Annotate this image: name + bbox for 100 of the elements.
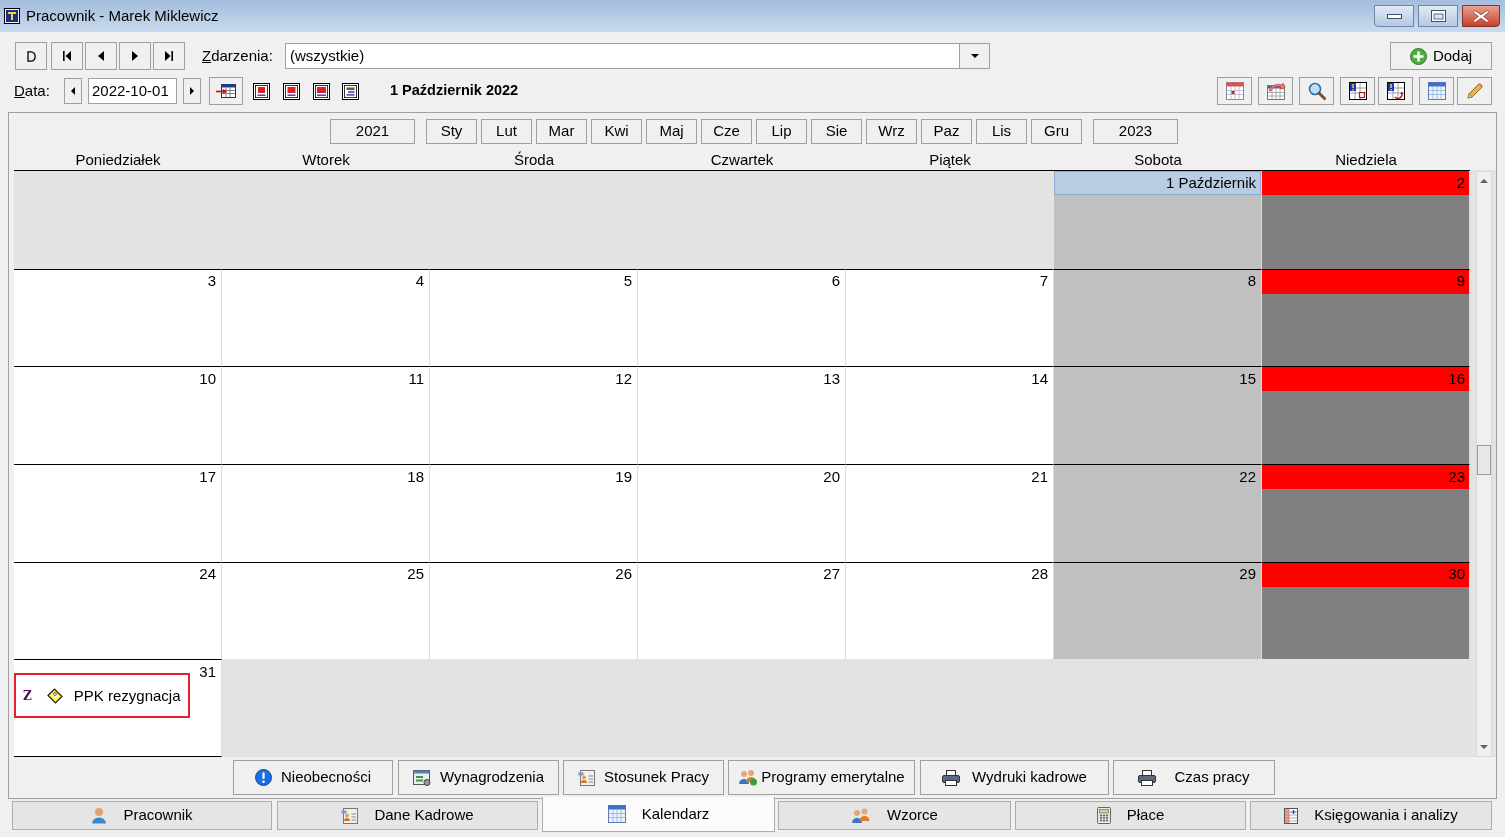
record-button[interactable] — [15, 42, 47, 70]
tab[interactable]: Płace — [1015, 801, 1246, 830]
next-date-button[interactable] — [183, 78, 201, 104]
close-icon — [1473, 9, 1489, 23]
event-marker: Z — [23, 687, 32, 705]
day-cell[interactable]: 10 — [14, 366, 222, 464]
month-button[interactable]: Maj — [646, 119, 697, 144]
month-button[interactable]: Sty — [426, 119, 477, 144]
day-cell[interactable]: 23 — [1262, 464, 1470, 562]
day-cell[interactable]: 25 — [222, 561, 430, 660]
month-button[interactable]: Lis — [976, 119, 1027, 144]
scrollbar[interactable] — [1476, 171, 1492, 757]
calendar-arrow-button[interactable] — [1258, 77, 1293, 105]
day-cell[interactable]: 27 — [638, 561, 846, 660]
month-button[interactable]: Cze — [701, 119, 752, 144]
day-cell[interactable]: 22 — [1054, 464, 1262, 562]
day-cell[interactable]: 31 Z PPK rezygnacja — [14, 659, 222, 757]
month-button[interactable]: Paz — [921, 119, 972, 144]
people-icon — [851, 807, 872, 824]
day-cell[interactable]: 18 — [222, 464, 430, 562]
day-cell[interactable]: 19 — [430, 464, 638, 562]
date-field[interactable]: 2022-10-01 — [88, 78, 177, 104]
month-button[interactable]: Lip — [756, 119, 807, 144]
calendar-page-icon[interactable] — [283, 82, 300, 100]
section-button[interactable]: Wynagrodzenia — [398, 760, 559, 795]
day-cell[interactable]: 9 — [1262, 268, 1470, 367]
section-button[interactable]: Nieobecności — [233, 760, 393, 795]
calendar-icon — [1225, 82, 1244, 100]
weekday-header: Poniedziałek — [75, 149, 161, 170]
day-cell[interactable]: 3 — [14, 268, 222, 367]
day-number: 12 — [615, 369, 632, 390]
caret-left-icon — [98, 51, 104, 61]
day-number: 11 — [408, 369, 424, 390]
tab[interactable]: Dane Kadrowe — [277, 801, 538, 830]
section-button[interactable]: Programy emerytalne — [728, 760, 915, 795]
caret-right-icon — [190, 87, 194, 95]
month-button[interactable]: Sie — [811, 119, 862, 144]
day-cell[interactable]: 15 — [1054, 366, 1262, 464]
last-record-button[interactable] — [153, 42, 185, 70]
day-cell[interactable]: 26 — [430, 561, 638, 660]
calendar-button[interactable] — [209, 77, 243, 105]
document-icon[interactable] — [342, 82, 359, 100]
day-cell[interactable]: 13 — [638, 366, 846, 464]
day-cell[interactable]: 7 — [846, 268, 1054, 367]
weekday-header: Czwartek — [710, 149, 774, 170]
day-cell[interactable]: 12 — [430, 366, 638, 464]
day-number: 2 — [1456, 172, 1465, 193]
day-number: 13 — [823, 369, 840, 390]
calendar-page-icon[interactable] — [253, 82, 270, 100]
day-cell[interactable]: 4 — [222, 268, 430, 367]
close-button[interactable] — [1462, 5, 1500, 27]
first-record-button[interactable] — [51, 42, 83, 70]
events-label: Zdarzenia: — [202, 45, 274, 66]
day-cell[interactable]: 28 — [846, 561, 1054, 660]
day-cell[interactable]: 8 — [1054, 268, 1262, 367]
previous-date-button[interactable] — [64, 78, 82, 104]
day-cell[interactable]: 20 — [638, 464, 846, 562]
next-year-button[interactable]: 2023 — [1093, 119, 1178, 144]
month-button[interactable]: Gru — [1031, 119, 1082, 144]
day-cell[interactable]: 30 — [1262, 561, 1470, 660]
month-button[interactable]: Wrz — [866, 119, 917, 144]
day-cell[interactable]: 2 — [1262, 171, 1470, 269]
day-cell[interactable]: 11 — [222, 366, 430, 464]
day-cell[interactable]: 17 — [14, 464, 222, 562]
day-cell[interactable]: 5 — [430, 268, 638, 367]
maximize-button[interactable] — [1418, 5, 1458, 27]
day-cell[interactable]: 14 — [846, 366, 1054, 464]
calendar-event[interactable]: Z PPK rezygnacja — [14, 673, 190, 719]
info-icon — [254, 769, 272, 786]
month-button[interactable]: Mar — [536, 119, 587, 144]
tab[interactable]: Wzorce — [778, 801, 1011, 830]
tab[interactable]: Pracownik — [12, 801, 272, 830]
scrollbar-thumb[interactable] — [1477, 445, 1491, 475]
section-button[interactable]: Stosunek Pracy — [563, 760, 724, 795]
add-button[interactable]: Dodaj — [1390, 42, 1492, 70]
search-button[interactable] — [1299, 77, 1334, 105]
edit-button[interactable] — [1457, 77, 1492, 105]
month-button[interactable]: Kwi — [591, 119, 642, 144]
next-record-button[interactable] — [119, 42, 151, 70]
previous-year-button[interactable]: 2021 — [330, 119, 415, 144]
section-button[interactable]: Czas pracy — [1113, 760, 1275, 795]
day-cell[interactable]: 24 — [14, 561, 222, 660]
events-dropdown[interactable]: (wszystkie) — [285, 43, 990, 69]
day-cell[interactable]: 29 — [1054, 561, 1262, 660]
section-button[interactable]: Wydruki kadrowe — [920, 760, 1109, 795]
day-cell[interactable]: 1 Październik — [1054, 171, 1262, 269]
grid-alert-button[interactable] — [1340, 77, 1375, 105]
day-cell[interactable]: 16 — [1262, 366, 1470, 464]
date-heading: 1 Październik 2022 — [390, 81, 519, 101]
previous-record-button[interactable] — [85, 42, 117, 70]
id-card-icon — [341, 807, 359, 824]
tab[interactable]: Kalendarz — [542, 797, 775, 832]
grid-arrows-button[interactable] — [1378, 77, 1413, 105]
month-button[interactable]: Lut — [481, 119, 532, 144]
tab[interactable]: Księgowania i analizy — [1250, 801, 1492, 830]
day-number: 20 — [823, 466, 840, 487]
minimize-button[interactable] — [1374, 5, 1414, 27]
calendar-page-icon[interactable] — [313, 82, 330, 100]
day-cell[interactable]: 6 — [638, 268, 846, 367]
day-cell[interactable]: 21 — [846, 464, 1054, 562]
